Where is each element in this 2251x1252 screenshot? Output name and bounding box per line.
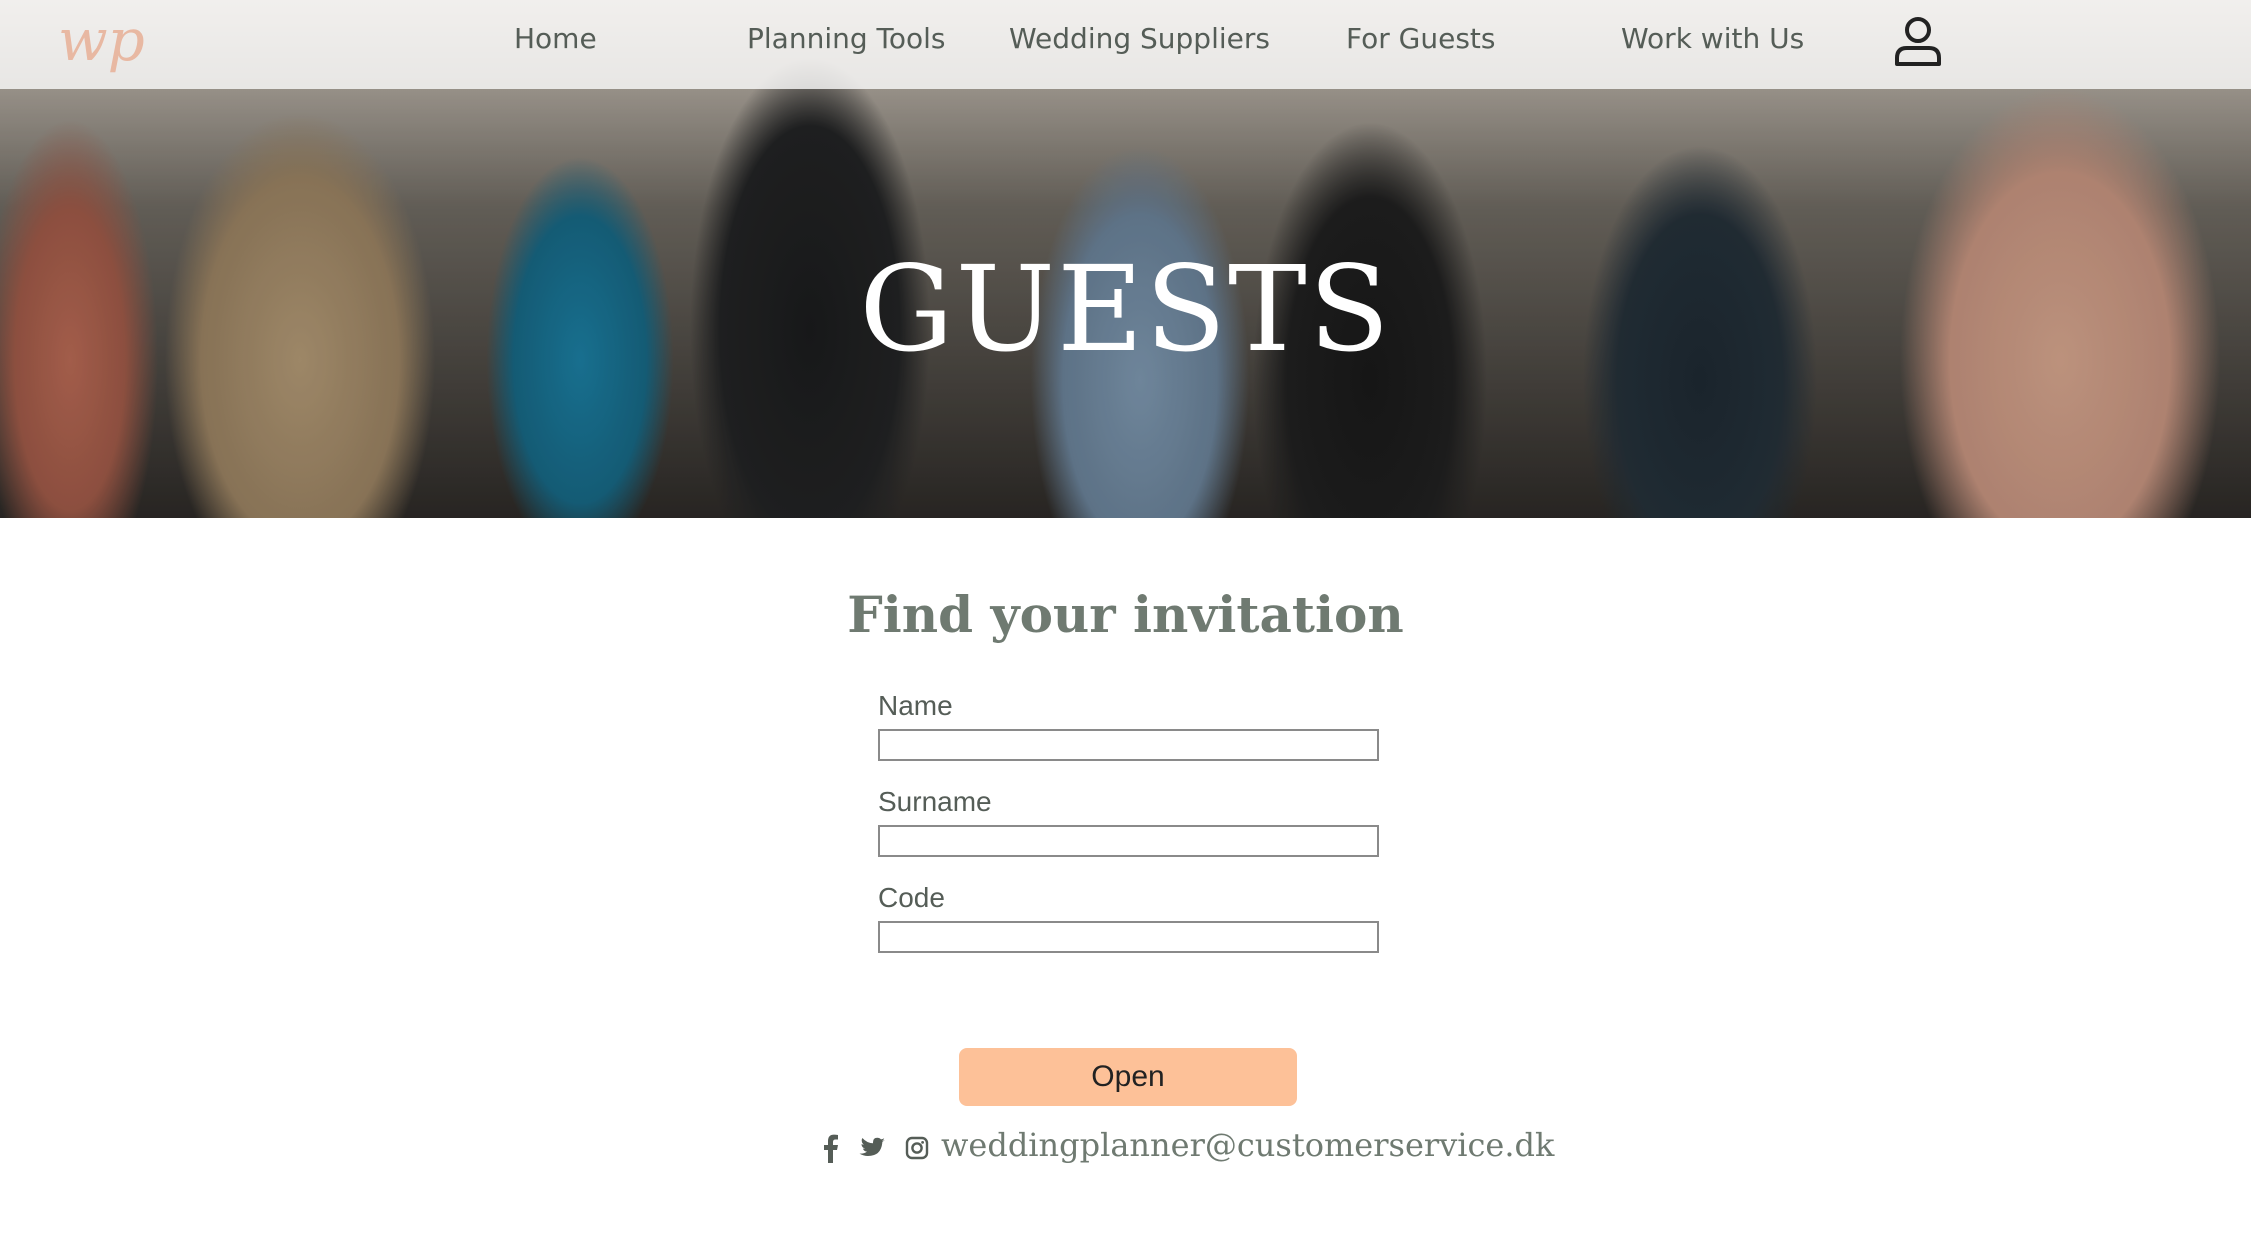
instagram-icon[interactable]	[905, 1133, 929, 1163]
name-field[interactable]	[878, 729, 1379, 761]
contact-email[interactable]: weddingplanner@customerservice.dk	[941, 1126, 1554, 1164]
code-field[interactable]	[878, 921, 1379, 953]
facebook-icon[interactable]	[820, 1133, 840, 1163]
user-icon[interactable]	[1893, 14, 1943, 68]
nav-item-home[interactable]: Home	[514, 22, 597, 55]
top-navbar: wp Home Planning Tools Wedding Suppliers…	[0, 0, 2251, 89]
open-button[interactable]: Open	[959, 1048, 1297, 1106]
form-title: Find your invitation	[847, 585, 1404, 644]
hero-title: GUESTS	[859, 240, 1392, 378]
nav-item-for-guests[interactable]: For Guests	[1346, 22, 1495, 55]
name-label: Name	[878, 690, 953, 721]
nav-item-work-with-us[interactable]: Work with Us	[1621, 22, 1804, 55]
code-label: Code	[878, 882, 945, 913]
twitter-icon[interactable]	[858, 1133, 886, 1163]
nav-item-wedding-suppliers[interactable]: Wedding Suppliers	[1009, 22, 1270, 55]
nav-item-planning-tools[interactable]: Planning Tools	[747, 22, 946, 55]
surname-field[interactable]	[878, 825, 1379, 857]
surname-label: Surname	[878, 786, 992, 817]
brand-logo[interactable]: wp	[58, 2, 145, 78]
